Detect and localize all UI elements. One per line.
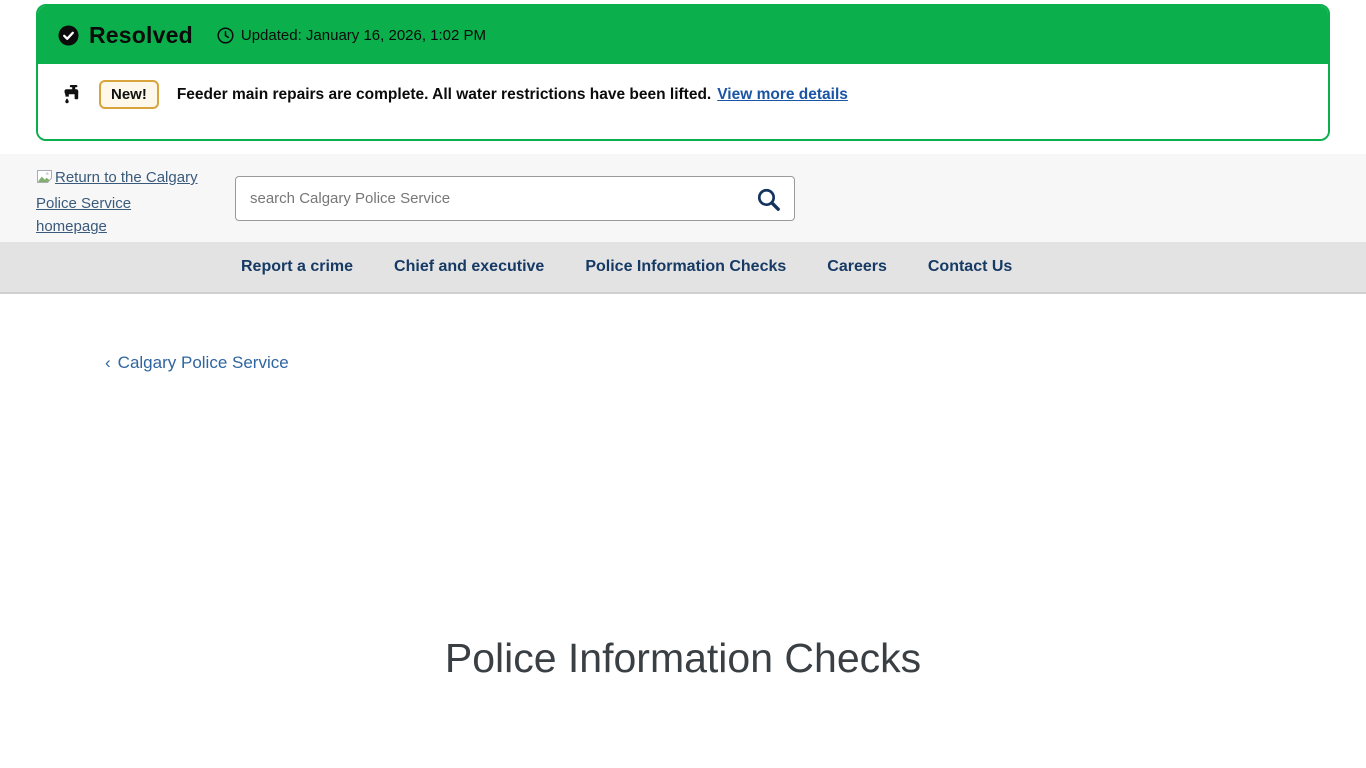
search-input[interactable] (235, 176, 795, 221)
nav-item-report-a-crime[interactable]: Report a crime (241, 258, 353, 276)
status-label: Resolved (89, 22, 193, 49)
site-header: Return to the Calgary Police Service hom… (0, 154, 1366, 242)
homepage-logo-link[interactable]: Return to the Calgary Police Service hom… (36, 166, 206, 239)
nav-item-chief-and-executive[interactable]: Chief and executive (394, 258, 544, 276)
logo-alt-text: Return to the Calgary Police Service hom… (36, 169, 198, 235)
clock-icon (217, 27, 234, 44)
breadcrumb-link[interactable]: ‹ Calgary Police Service (105, 353, 289, 373)
faucet-icon (60, 85, 82, 105)
nav-item-contact-us[interactable]: Contact Us (928, 258, 1012, 276)
magnifier-icon (755, 186, 782, 213)
main-content: ‹ Calgary Police Service Police Informati… (0, 294, 1366, 682)
view-more-details-link[interactable]: View more details (717, 86, 848, 104)
nav-item-police-information-checks[interactable]: Police Information Checks (585, 258, 786, 276)
updated-text: Updated: January 16, 2026, 1:02 PM (241, 27, 486, 44)
updated-timestamp: Updated: January 16, 2026, 1:02 PM (217, 27, 486, 44)
page-title: Police Information Checks (0, 635, 1366, 682)
water-advisory-banner: Resolved Updated: January 16, 2026, 1:02… (36, 4, 1330, 141)
broken-image-icon (36, 168, 53, 192)
new-badge: New! (99, 80, 159, 109)
alert-message: Feeder main repairs are complete. All wa… (177, 86, 711, 104)
alert-status-bar: Resolved Updated: January 16, 2026, 1:02… (38, 6, 1328, 64)
site-search (235, 176, 795, 221)
primary-nav: Report a crime Chief and executive Polic… (0, 242, 1366, 294)
search-button[interactable] (749, 183, 787, 215)
check-circle-icon (58, 25, 79, 46)
alert-message-row: New! Feeder main repairs are complete. A… (38, 64, 1328, 139)
breadcrumb-label: Calgary Police Service (118, 353, 289, 372)
chevron-left-icon: ‹ (105, 353, 111, 372)
nav-item-careers[interactable]: Careers (827, 258, 887, 276)
